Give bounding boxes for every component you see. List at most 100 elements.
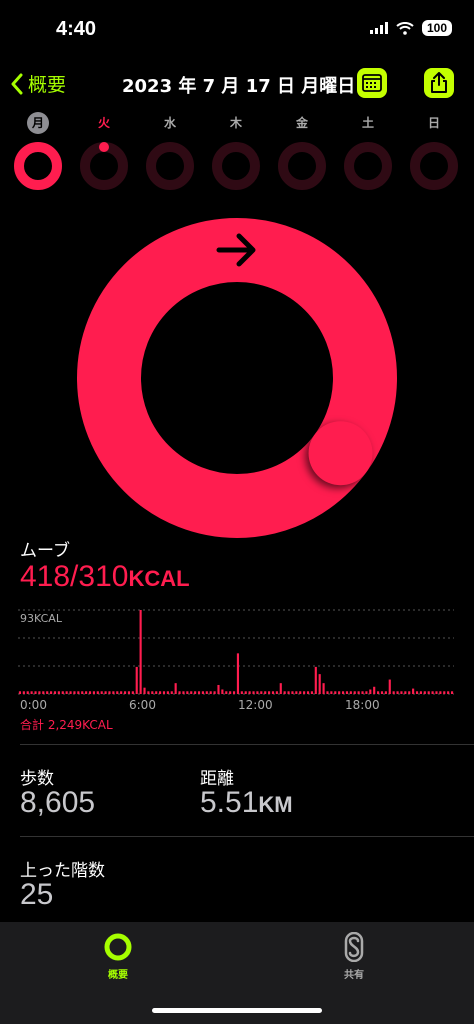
chart-bar bbox=[431, 691, 434, 694]
chart-bar bbox=[81, 691, 84, 694]
chart-bar bbox=[279, 683, 282, 694]
chart-gridlines bbox=[18, 609, 454, 695]
move-ring-overlap-cap bbox=[308, 421, 373, 486]
chevron-left-icon bbox=[11, 73, 23, 94]
chart-bar bbox=[155, 691, 158, 694]
chart-bar bbox=[306, 691, 310, 694]
chart-bar bbox=[260, 691, 263, 694]
day-label: 木 bbox=[229, 116, 242, 130]
nav-header: 概要 2023 年 7 月 17 日 月曜日 bbox=[0, 64, 474, 104]
chart-bar bbox=[147, 691, 150, 694]
day-label: 月 bbox=[27, 112, 49, 134]
chart-bar bbox=[439, 691, 442, 694]
tab-summary[interactable]: 概要 bbox=[88, 932, 148, 981]
chart-bar bbox=[427, 691, 430, 694]
chart-bar bbox=[209, 691, 212, 694]
chart-bar bbox=[30, 691, 33, 694]
day-fri[interactable]: 金 bbox=[274, 112, 330, 192]
move-value-number: 418/310 bbox=[20, 560, 129, 593]
distance-number: 5.51 bbox=[200, 786, 259, 819]
chart-bar bbox=[174, 683, 177, 694]
home-indicator[interactable] bbox=[152, 1008, 322, 1013]
battery-indicator: 100 bbox=[421, 20, 452, 36]
calendar-button[interactable] bbox=[357, 68, 387, 98]
chart-bar bbox=[108, 691, 111, 694]
chart-bar bbox=[22, 691, 25, 694]
chart-bar bbox=[361, 691, 364, 694]
day-sun[interactable]: 日 bbox=[406, 112, 462, 192]
chart-bar bbox=[338, 691, 341, 694]
chart-bar bbox=[388, 679, 391, 694]
chart-bar bbox=[369, 689, 372, 694]
chart-bar bbox=[178, 691, 181, 694]
chart-bar bbox=[50, 691, 53, 694]
chart-bar bbox=[57, 691, 60, 694]
day-label: 水 bbox=[163, 116, 176, 130]
chart-bar bbox=[341, 691, 345, 694]
chart-bar bbox=[69, 691, 72, 694]
chart-bar bbox=[120, 691, 123, 694]
day-label: 火 bbox=[97, 116, 110, 130]
chart-bar bbox=[412, 688, 415, 694]
chart-bar bbox=[318, 674, 321, 694]
share-button[interactable] bbox=[424, 68, 454, 98]
tab-label: 概要 bbox=[108, 970, 128, 981]
chart-bar bbox=[435, 691, 438, 694]
x-tick-6: 6:00 bbox=[129, 698, 156, 712]
mini-ring-icon bbox=[410, 142, 458, 190]
chart-bar bbox=[248, 691, 251, 694]
chart-bar bbox=[268, 691, 271, 694]
day-wed[interactable]: 水 bbox=[142, 112, 198, 192]
chart-bar bbox=[77, 691, 80, 694]
chart-bar bbox=[264, 691, 267, 694]
chart-bar bbox=[61, 691, 64, 694]
chart-bar bbox=[236, 653, 240, 694]
chart-bar bbox=[256, 691, 259, 694]
chart-bar bbox=[314, 666, 317, 694]
chart-bar bbox=[404, 691, 407, 694]
move-total: 合計 2,249KCAL bbox=[20, 718, 113, 732]
chart-bar bbox=[400, 691, 403, 694]
calendar-icon bbox=[362, 74, 382, 92]
chart-bar bbox=[244, 691, 247, 694]
chart-bar bbox=[349, 691, 352, 694]
chart-bar bbox=[419, 691, 422, 694]
mini-ring-icon bbox=[212, 142, 260, 190]
chart-bar bbox=[357, 691, 360, 694]
chart-bar bbox=[291, 691, 294, 694]
chart-bar bbox=[135, 666, 138, 694]
day-sat[interactable]: 土 bbox=[340, 112, 396, 192]
distance-unit: KM bbox=[258, 792, 293, 817]
chart-bar bbox=[252, 691, 255, 694]
divider bbox=[20, 836, 474, 837]
activity-ring-icon bbox=[104, 933, 132, 961]
chart-bar bbox=[18, 691, 22, 694]
chart-bar bbox=[334, 691, 337, 694]
chart-bar bbox=[229, 691, 232, 694]
chart-bar bbox=[104, 691, 107, 694]
day-mon[interactable]: 月 bbox=[10, 112, 66, 192]
chart-bar bbox=[310, 691, 313, 694]
chart-bar bbox=[139, 610, 142, 694]
chart-bar bbox=[221, 689, 224, 694]
back-button[interactable]: 概要 bbox=[10, 70, 66, 97]
day-tue[interactable]: 火 bbox=[76, 112, 132, 192]
tab-sharing[interactable]: 共有 bbox=[324, 932, 384, 981]
chart-bar bbox=[275, 691, 278, 694]
chart-bar bbox=[92, 691, 95, 694]
week-selector: 月 火 水 木 金 土 日 bbox=[0, 112, 474, 192]
chart-bar bbox=[131, 691, 134, 694]
chart-bar bbox=[46, 691, 49, 694]
chart-bar bbox=[450, 691, 454, 694]
chart-bar bbox=[447, 691, 450, 694]
chart-bar bbox=[162, 691, 166, 694]
chart-bar bbox=[38, 691, 41, 694]
status-icons: 100 bbox=[369, 20, 452, 36]
mini-ring-icon bbox=[344, 142, 392, 190]
chart-bar bbox=[88, 691, 92, 694]
chart-bar bbox=[283, 691, 286, 694]
chart-bar bbox=[373, 686, 376, 694]
move-value-unit: KCAL bbox=[128, 566, 190, 591]
day-thu[interactable]: 木 bbox=[208, 112, 264, 192]
chart-bar bbox=[365, 691, 368, 694]
